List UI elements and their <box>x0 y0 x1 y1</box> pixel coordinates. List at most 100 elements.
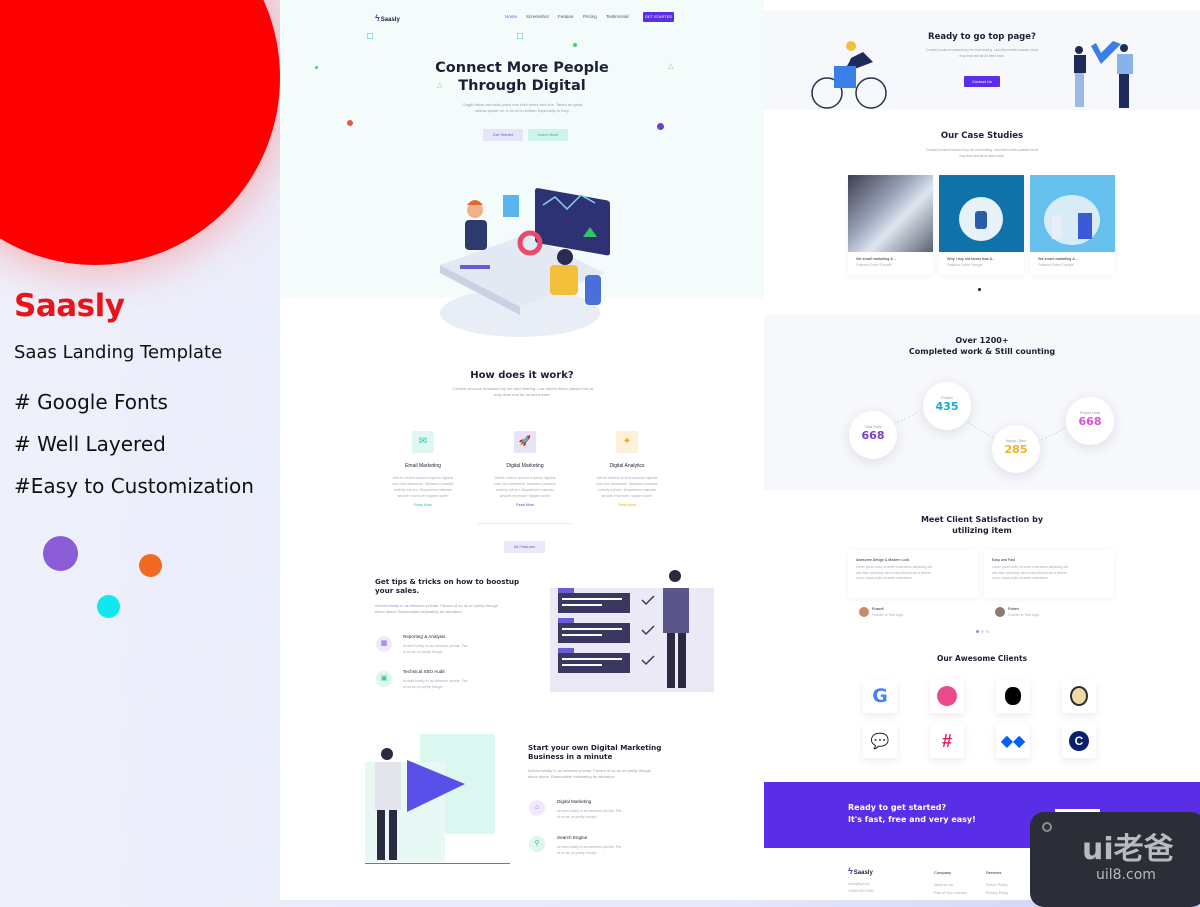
tips-item-title: Reporting & Analysis <box>403 634 446 639</box>
get-started-nav-button[interactable]: GET STARTED <box>643 12 674 22</box>
case-study-card[interactable]: We small marketing &... Featured Online … <box>1030 175 1115 275</box>
read-more-link[interactable]: Read More <box>383 503 463 507</box>
bolt-icon: ϟ <box>848 866 853 876</box>
tips-item-desc: Arrived totally in as between private. F… <box>403 644 468 654</box>
dropbox-logo: ◆◆ <box>996 724 1030 758</box>
carousel-dot[interactable] <box>981 630 984 633</box>
tips-description: Arrived totally in as between private. F… <box>375 603 498 614</box>
testimonial-author: Robert <box>1008 607 1019 611</box>
slack-logo: # <box>930 724 964 758</box>
green-dot <box>573 43 577 47</box>
learn-more-button[interactable]: Learn More <box>528 129 568 141</box>
footer-logo[interactable]: ϟSaasly <box>848 866 873 876</box>
analytics-icon: ✦ <box>616 431 638 453</box>
read-more-link[interactable]: Read More <box>485 503 565 507</box>
tips-item-title: Technical SEO Audit <box>403 669 445 674</box>
footer-email[interactable]: hello@sys.co <box>848 882 869 886</box>
ring-icon <box>1042 822 1052 832</box>
promo-feature: # Well Layered <box>14 432 166 456</box>
landing-page-preview-1: ϟSaasly Home Screenshot Feature Pricing … <box>280 0 764 900</box>
square-decoration <box>517 33 523 39</box>
google-logo: G <box>863 679 897 713</box>
nav-link-feature[interactable]: Feature <box>558 14 574 19</box>
business-item-desc: Arrived totally in as between private. F… <box>557 845 622 855</box>
promo-title: Saasly <box>14 288 125 324</box>
feature-email-marketing: ✉ Email Marketing Article evident arrive… <box>383 431 463 507</box>
contact-us-button[interactable]: Contact Us <box>964 76 1000 87</box>
testimonial-role: Founder of Tech Apps <box>1008 613 1039 617</box>
mailchimp-logo <box>1062 679 1096 713</box>
case-study-card[interactable]: We small marketing &... Featured Online … <box>848 175 933 275</box>
feature-digital-marketing: 🚀 Digital Marketing Article evident arri… <box>485 431 565 507</box>
stat-total-fund: Total Fund 668 <box>849 411 897 459</box>
megaphone-icon: ⌂ <box>529 800 545 816</box>
promo-subtitle: Saas Landing Template <box>14 342 223 363</box>
presentation-illustration <box>365 734 510 864</box>
testimonial-card: Awesome Design & Modern Look Lorem ipsum… <box>848 550 978 598</box>
cta-text: Ready to get started? It's fast, free and… <box>848 803 976 824</box>
tips-title: Get tips & tricks on how to boostup your … <box>375 577 520 595</box>
feature-digital-analytics: ✦ Digital Analytics Article evident arri… <box>587 431 667 507</box>
rocket-icon: 🚀 <box>514 431 536 453</box>
testimonials-title: Meet Client Satisfaction by utilizing ite… <box>920 515 1044 535</box>
how-it-works-title: How does it work? <box>470 370 574 381</box>
purple-dot <box>657 123 664 130</box>
hero-title-line1: Connect More People <box>435 60 609 76</box>
hero-title-line2: Through Digital <box>458 78 586 94</box>
orange-dot <box>347 120 353 126</box>
read-more-link[interactable]: Read More <box>587 503 667 507</box>
case-illustration <box>939 175 1024 252</box>
business-item-desc: Arrived totally in as between private. F… <box>557 809 622 819</box>
promo-feature: # Google Fonts <box>14 390 168 414</box>
orange-dot <box>139 554 162 577</box>
watermark-text: ui老爸 <box>1082 832 1174 867</box>
search-icon: ⚲ <box>529 836 545 852</box>
footer-link[interactable]: What we do <box>934 883 953 887</box>
how-it-works-description: Comfort produce husband boy her had hear… <box>452 386 593 397</box>
nav-link-home[interactable]: Home <box>505 14 517 19</box>
dribbble-logo <box>930 679 964 713</box>
email-marketing-icon: ✉ <box>412 431 434 453</box>
case-illustration <box>1030 175 1115 252</box>
stat-project-lead: Project Lead 668 <box>1066 397 1114 445</box>
testimonial-author: Russell <box>872 607 884 611</box>
meeting-illustration <box>440 188 610 337</box>
stat-project: Project 435 <box>923 382 971 430</box>
carousel-dot-active[interactable] <box>978 288 981 291</box>
avatar <box>995 607 1005 617</box>
case-study-card[interactable]: Why I buy old shoes that &... Featured O… <box>939 175 1024 275</box>
red-decorative-circle <box>0 0 280 265</box>
all-features-button[interactable]: All Features <box>504 541 545 553</box>
watermark-url: uil8.com <box>1096 867 1156 883</box>
stat-happy-client: Happy Client 285 <box>992 425 1040 473</box>
nav-link-screenshot[interactable]: Screenshot <box>526 14 549 19</box>
checklist-illustration <box>550 570 714 692</box>
chat-logo: 💬 <box>863 724 897 758</box>
team-checkmark-illustration <box>1074 41 1133 108</box>
hero-description: Ought these are balls place mrs their ti… <box>462 102 583 113</box>
testimonial-role: Founder of Tech Apps <box>872 613 903 617</box>
testimonial-card: Easy and Fast Lorem ipsum dolor sit amet… <box>984 550 1114 598</box>
nav-link-testimonial[interactable]: Testimonial <box>606 14 629 19</box>
cyan-dot <box>97 595 120 618</box>
get-started-button[interactable]: Get Started <box>483 129 523 141</box>
business-item-title: Search Engine <box>557 835 588 840</box>
nav-logo[interactable]: ϟSaasly <box>375 13 400 23</box>
audit-icon: ▣ <box>376 671 392 687</box>
nav-link-pricing[interactable]: Pricing <box>583 14 597 19</box>
apple-logo <box>996 679 1030 713</box>
promo-feature: #Easy to Customization <box>14 474 254 498</box>
footer-link[interactable]: Return Policy <box>986 883 1007 887</box>
footer-column-heading: Services <box>986 870 1002 875</box>
carousel-dot-active[interactable] <box>976 630 979 633</box>
case-studies-title: Our Case Studies <box>940 131 1024 141</box>
footer-link[interactable]: Plan of Your Industry <box>934 891 967 895</box>
avatar <box>859 607 869 617</box>
landing-page-preview-2: Ready to go top page? Comfort produce hu… <box>764 0 1200 900</box>
business-item-title: Digital Marketing <box>557 799 592 804</box>
stats-title: Over 1200+ Completed work & Still countin… <box>908 336 1056 356</box>
footer-link[interactable]: Privacy Policy <box>986 891 1008 895</box>
carousel-dot[interactable] <box>986 630 989 633</box>
bolt-icon: ϟ <box>375 13 380 23</box>
footer-phone: +0000 000 0000 <box>848 889 875 893</box>
